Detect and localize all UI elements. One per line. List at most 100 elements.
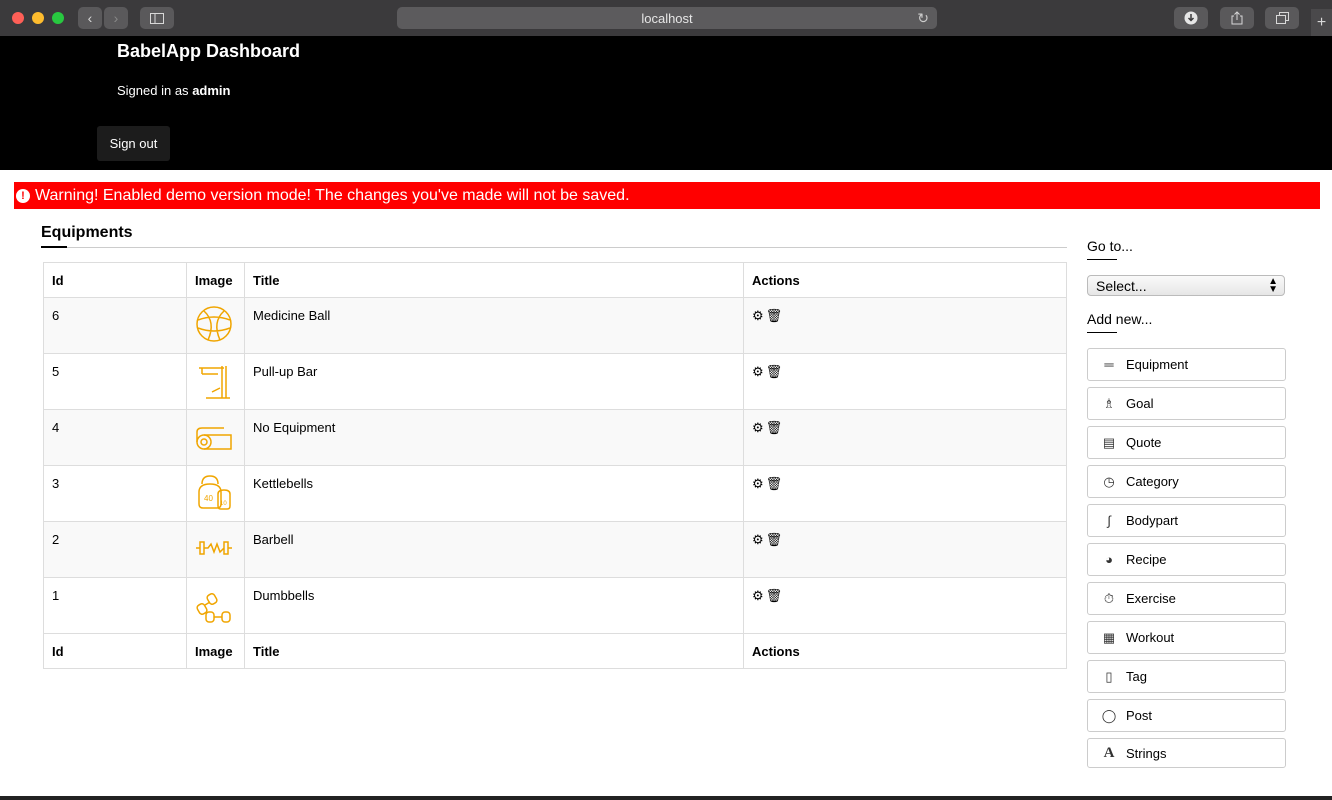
add-goal-button[interactable]: ♗ Goal [1087, 387, 1286, 420]
add-quote-button[interactable]: ▤ Quote [1087, 426, 1286, 459]
cell-actions: ⚙ 🗑 [743, 521, 1067, 578]
dumbbell-icon: ═ [1104, 357, 1114, 372]
button-label: Equipment [1126, 357, 1189, 372]
mat-icon [196, 427, 232, 450]
cell-title: Kettlebells [244, 465, 744, 522]
column-footer-actions: Actions [743, 633, 1067, 669]
cell-image [186, 353, 245, 410]
select-arrows-icon: ▲ ▼ [1268, 276, 1278, 295]
trash-icon[interactable]: 🗑 [766, 364, 783, 380]
cell-title: Medicine Ball [244, 297, 744, 354]
table-row: 3 40 10 Kettlebells ⚙ 🗑 [43, 465, 1067, 522]
close-window-button[interactable] [12, 12, 24, 24]
cell-title: Pull-up Bar [244, 353, 744, 410]
button-label: Tag [1126, 669, 1147, 684]
trash-icon[interactable]: 🗑 [766, 532, 783, 548]
medicine-ball-icon [196, 306, 232, 342]
share-icon [1231, 11, 1243, 25]
trophy-icon: ♗ [1103, 395, 1115, 411]
zoom-window-button[interactable] [52, 12, 64, 24]
trash-icon[interactable]: 🗑 [766, 308, 783, 324]
calendar-icon: ▦ [1102, 629, 1116, 645]
brand-title[interactable]: BabelApp Dashboard [117, 41, 300, 62]
cell-image [186, 521, 245, 578]
gear-icon[interactable]: ⚙ [752, 420, 764, 436]
kettlebell-weight-small: 10 [220, 501, 227, 507]
add-new-list: ═ Equipment ♗ Goal ▤ Quote ◷ Category ∫ Bodyp… [1087, 348, 1286, 774]
column-footer-title: Title [244, 633, 744, 669]
table-row: 2 Barbell ⚙ 🗑 [43, 521, 1067, 578]
trash-icon[interactable]: 🗑 [766, 476, 783, 492]
clipboard-icon: ▤ [1102, 434, 1116, 450]
downloads-button[interactable] [1174, 7, 1208, 29]
equipments-table: Id Image Title Actions 6 Medicine Ball ⚙… [43, 262, 1067, 669]
button-label: Recipe [1126, 552, 1167, 567]
add-post-button[interactable]: ◯ Post [1087, 699, 1286, 732]
gear-icon[interactable]: ⚙ [752, 588, 764, 604]
goto-select[interactable]: Select... ▲ ▼ [1087, 275, 1285, 296]
cell-image [186, 297, 245, 354]
signed-in-text: Signed in as admin [117, 83, 230, 98]
download-icon [1184, 11, 1198, 25]
add-equipment-button[interactable]: ═ Equipment [1087, 348, 1286, 381]
table-row: 4 No Equipment ⚙ 🗑 [43, 409, 1067, 466]
demo-warning-banner: ! Warning! Enabled demo version mode! Th… [14, 182, 1320, 209]
back-button[interactable]: ‹ [78, 7, 102, 29]
gear-icon[interactable]: ⚙ [752, 364, 764, 380]
address-bar[interactable]: localhost ↻ [397, 7, 937, 29]
gear-icon[interactable]: ⚙ [752, 308, 764, 324]
username: admin [192, 83, 231, 98]
add-strings-button[interactable]: A Strings [1087, 738, 1286, 768]
cell-title: No Equipment [244, 409, 744, 466]
share-button[interactable] [1220, 7, 1254, 29]
watch-icon: ◯ [1101, 707, 1117, 723]
add-recipe-button[interactable]: ◕ Recipe [1087, 543, 1286, 576]
trash-icon[interactable]: 🗑 [766, 588, 783, 604]
kettlebell-icon: 40 10 [198, 475, 231, 510]
window-bottom-edge [0, 796, 1332, 800]
gear-icon[interactable]: ⚙ [752, 476, 764, 492]
add-tag-button[interactable]: ▯ Tag [1087, 660, 1286, 693]
button-label: Exercise [1126, 591, 1176, 606]
cell-id: 4 [43, 409, 187, 466]
exclamation-circle-icon: ! [16, 188, 30, 203]
cell-title: Barbell [244, 521, 744, 578]
app-header: BabelApp Dashboard Signed in as admin Si… [0, 36, 1332, 170]
button-label: Goal [1126, 396, 1154, 411]
gear-icon[interactable]: ⚙ [752, 532, 764, 548]
font-icon: A [1103, 744, 1115, 761]
cell-actions: ⚙ 🗑 [743, 297, 1067, 354]
column-header-actions: Actions [743, 262, 1067, 298]
sidebar-toggle-button[interactable] [140, 7, 174, 29]
add-category-button[interactable]: ◷ Category [1087, 465, 1286, 498]
button-label: Quote [1126, 435, 1162, 450]
button-label: Category [1126, 474, 1179, 489]
sidebar-icon [150, 12, 164, 24]
timer-icon: ⏱ [1103, 590, 1115, 606]
add-new-underline [1087, 332, 1117, 333]
add-workout-button[interactable]: ▦ Workout [1087, 621, 1286, 654]
button-label: Strings [1126, 745, 1167, 761]
cell-image [186, 409, 245, 466]
cell-id: 1 [43, 577, 187, 634]
tabs-overview-button[interactable] [1265, 7, 1299, 29]
minimize-window-button[interactable] [32, 12, 44, 24]
add-bodypart-button[interactable]: ∫ Bodypart [1087, 504, 1286, 537]
dumbbell-icon [196, 593, 231, 623]
bowl-icon: ◕ [1105, 552, 1113, 567]
new-tab-button[interactable]: + [1311, 9, 1332, 36]
goto-underline [1087, 259, 1117, 260]
page-title: Equipments [41, 224, 133, 241]
column-header-image: Image [186, 262, 245, 298]
button-label: Post [1126, 708, 1153, 723]
cell-actions: ⚙ 🗑 [743, 409, 1067, 466]
button-label: Workout [1126, 630, 1175, 645]
reload-icon[interactable]: ↻ [917, 10, 929, 27]
forward-button[interactable]: › [104, 7, 128, 29]
trash-icon[interactable]: 🗑 [766, 420, 783, 436]
cell-title: Dumbbells [244, 577, 744, 634]
sign-out-button[interactable]: Sign out [97, 126, 170, 161]
add-exercise-button[interactable]: ⏱ Exercise [1087, 582, 1286, 615]
cell-actions: ⚙ 🗑 [743, 577, 1067, 634]
table-row: 6 Medicine Ball ⚙ 🗑 [43, 297, 1067, 354]
